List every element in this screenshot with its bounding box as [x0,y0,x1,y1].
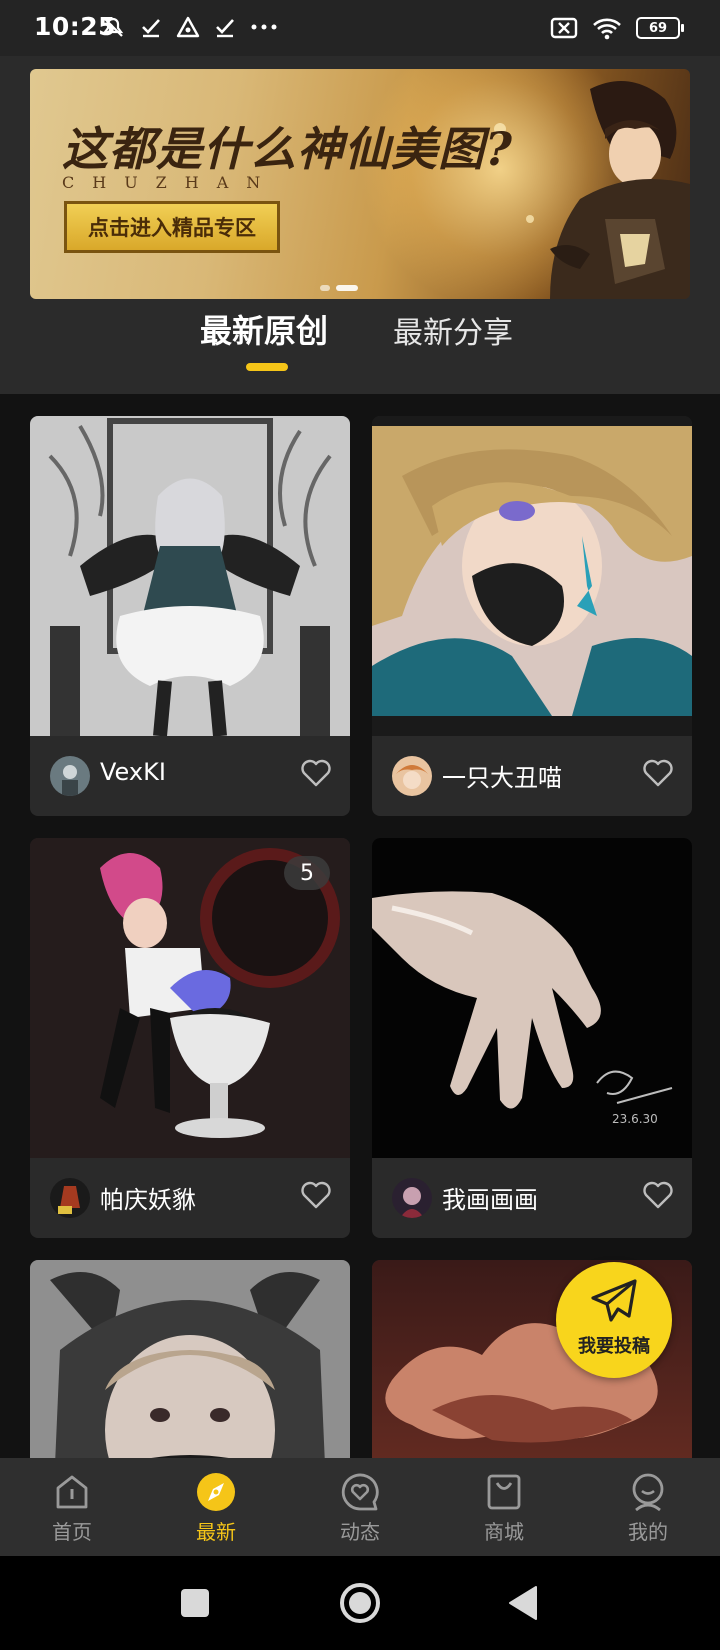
artwork-card[interactable]: 一只大丑喵 [372,416,692,816]
nav-profile-label: 我的 [628,1520,668,1544]
card-footer: 帕庆妖貅 [30,1158,350,1238]
banner-character-art [494,81,690,299]
home-icon [56,1475,88,1509]
recents-button[interactable] [172,1580,218,1626]
banner-cta-button[interactable]: 点击进入精品专区 [64,201,280,253]
avatar[interactable] [392,756,432,796]
author-name[interactable]: 一只大丑喵 [442,758,562,793]
nav-feed-label: 动态 [340,1520,380,1544]
image-count-badge: 5 [284,856,330,890]
check-icon [216,19,234,38]
battery-level: 69 [648,20,668,36]
artwork-card[interactable]: VexKI [30,416,350,816]
svg-text:23.6.30: 23.6.30 [612,1112,658,1126]
sim-off-icon [550,17,578,39]
avatar[interactable] [50,756,90,796]
mute-icon [102,17,124,37]
artwork-card[interactable] [30,1260,350,1458]
back-button[interactable] [502,1580,548,1626]
system-icons: 69 [550,13,684,43]
nav-latest-label: 最新 [196,1520,236,1544]
author-name[interactable]: VexKI [100,758,166,786]
profile-icon [632,1473,664,1512]
heart-icon[interactable] [642,758,674,788]
banner-dot-active [336,285,358,291]
feed-tabs: 最新原创 最新分享 [0,306,720,386]
card-footer: 我画画画 [372,1158,692,1238]
banner-title: 这都是什么神仙美图? [62,122,513,176]
artwork-card[interactable]: 23.6.30 我画画画 [372,838,692,1238]
header: 这都是什么神仙美图? CHUZHAN 点击进入精品专区 最新原创 最新分享 [0,56,720,394]
nav-profile[interactable]: 我的 [603,1472,693,1552]
system-navigation-bar [0,1556,720,1650]
compass-icon [197,1473,235,1511]
card-footer: 一只大丑喵 [372,736,692,816]
bottom-navigation: 首页 最新 动态 商城 我的 [0,1458,720,1556]
artwork-image[interactable]: 23.6.30 [372,838,692,1158]
promo-banner[interactable]: 这都是什么神仙美图? CHUZHAN 点击进入精品专区 [30,69,690,299]
nav-latest[interactable]: 最新 [171,1472,261,1552]
artwork-image[interactable] [372,416,692,736]
paper-plane-icon [591,1279,637,1322]
nav-home-label: 首页 [52,1520,92,1544]
heart-icon[interactable] [642,1180,674,1210]
banner-subtitle: CHUZHAN [62,173,279,192]
submit-work-button[interactable]: 我要投稿 [556,1262,672,1378]
tab-latest-original[interactable]: 最新原创 [200,306,328,352]
nav-feed[interactable]: 动态 [315,1472,405,1552]
tab-latest-shared[interactable]: 最新分享 [393,308,513,352]
home-button[interactable] [337,1580,383,1626]
bag-icon [487,1474,521,1510]
notification-icons [100,14,278,40]
nav-shop[interactable]: 商城 [459,1472,549,1552]
artwork-image[interactable] [30,416,350,736]
artwork-image[interactable] [30,1260,350,1458]
status-bar: 10:25 69 [0,0,720,56]
avatar[interactable] [392,1178,432,1218]
heart-bubble-icon [341,1473,379,1511]
artwork-card[interactable]: 5 帕庆妖貅 [30,838,350,1238]
author-name[interactable]: 我画画画 [442,1180,538,1215]
avatar[interactable] [50,1178,90,1218]
submit-work-label: 我要投稿 [578,1336,650,1357]
check-icon [142,19,160,38]
battery-icon: 69 [636,17,684,39]
more-icon [251,24,277,30]
active-tab-indicator [246,363,288,371]
banner-pagination [320,285,358,291]
nav-home[interactable]: 首页 [27,1472,117,1552]
author-name[interactable]: 帕庆妖貅 [100,1180,196,1215]
banner-dot [320,285,330,291]
card-footer: VexKI [30,736,350,816]
triangle-alert-icon [176,16,200,38]
heart-icon[interactable] [300,758,332,788]
nav-shop-label: 商城 [484,1520,524,1544]
wifi-icon [593,18,621,40]
heart-icon[interactable] [300,1180,332,1210]
